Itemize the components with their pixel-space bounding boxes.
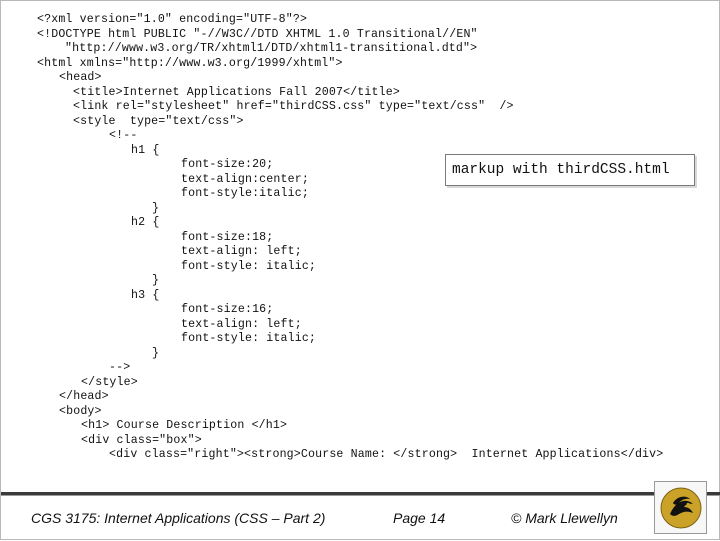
code-line: text-align: left; [181, 245, 302, 258]
code-line: } [152, 201, 160, 215]
callout-text: markup with thirdCSS.html [452, 162, 670, 178]
footer-course-title: CGS 3175: Internet Applications (CSS – P… [31, 510, 326, 526]
code-line: </style> [81, 375, 138, 389]
code-line: "http://www.w3.org/TR/xhtml1/DTD/xhtml1-… [65, 42, 478, 55]
code-line: <style type="text/css"> [73, 114, 244, 128]
code-line: h3 { [131, 288, 160, 302]
code-line: <div class="box"> [81, 433, 202, 447]
code-line: h2 { [131, 216, 160, 229]
code-line: <link rel="stylesheet" href="thirdCSS.cs… [73, 100, 514, 113]
code-line: <h1> Course Description </h1> [81, 419, 288, 432]
code-line: <div class="right"><strong>Course Name: … [109, 448, 664, 461]
code-line: font-style: italic; [181, 259, 317, 273]
footer: CGS 3175: Internet Applications (CSS – P… [1, 492, 720, 541]
footer-author: © Mark Llewellyn [511, 510, 618, 526]
code-line: <!DOCTYPE html PUBLIC "-//W3C//DTD XHTML… [37, 27, 478, 41]
code-line: font-size:18; [181, 230, 274, 244]
code-line: font-style: italic; [181, 332, 317, 345]
code-line: <head> [59, 71, 102, 84]
code-line: } [152, 346, 160, 360]
code-line: font-size:16; [181, 303, 274, 316]
code-line: text-align: left; [181, 317, 302, 331]
callout-box: markup with thirdCSS.html [445, 154, 695, 186]
code-line: h1 { [131, 143, 160, 157]
code-line: font-size:20; [181, 158, 274, 171]
code-line: <?xml version="1.0" encoding="UTF-8"?> [37, 13, 308, 26]
code-line: font-style:italic; [181, 187, 309, 200]
code-line: <html xmlns="http://www.w3.org/1999/xhtm… [37, 56, 343, 70]
ucf-logo [654, 481, 707, 534]
code-line: } [152, 274, 160, 287]
code-line: </head> [59, 390, 109, 403]
code-line: text-align:center; [181, 172, 309, 186]
footer-page-number: Page 14 [393, 510, 446, 526]
footer-rule-accent [1, 495, 720, 496]
code-line: --> [109, 361, 131, 374]
pegasus-logo-icon [660, 487, 701, 528]
slide: <?xml version="1.0" encoding="UTF-8"?> <… [0, 0, 720, 540]
code-line: <title>Internet Applications Fall 2007</… [73, 85, 400, 99]
code-line: <!-- [109, 129, 138, 142]
code-line: <body> [59, 404, 102, 418]
code-listing: <?xml version="1.0" encoding="UTF-8"?> <… [1, 13, 720, 483]
